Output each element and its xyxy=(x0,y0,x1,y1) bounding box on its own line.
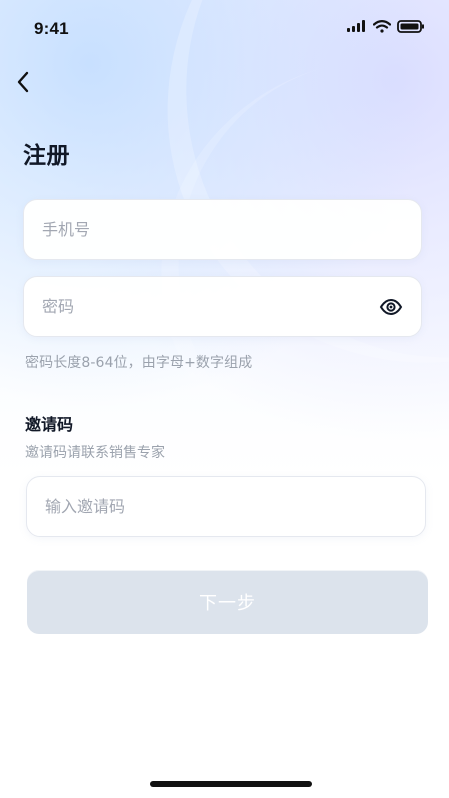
battery-icon xyxy=(397,19,425,33)
register-screen: 9:41 注册 手机号 密码长度8-64位，由字母+数字组成 邀请码 邀请码请联… xyxy=(0,0,449,798)
background-wave xyxy=(122,19,449,521)
back-button[interactable] xyxy=(10,67,36,97)
chevron-left-icon xyxy=(17,71,29,93)
page-title: 注册 xyxy=(23,143,70,169)
phone-field[interactable] xyxy=(23,199,422,260)
invite-code-subtitle: 邀请码请联系销售专家 xyxy=(25,445,165,461)
status-icons xyxy=(347,18,425,34)
wifi-icon xyxy=(373,19,391,33)
password-hint: 密码长度8-64位，由字母+数字组成 xyxy=(25,355,253,371)
next-step-button[interactable]: 下一步 xyxy=(27,570,428,634)
show-password-button[interactable] xyxy=(378,294,403,319)
eye-icon xyxy=(379,298,402,315)
password-input[interactable] xyxy=(24,277,421,336)
status-time: 9:41 xyxy=(34,19,69,38)
cellular-signal-icon xyxy=(347,20,367,32)
invite-code-input[interactable] xyxy=(27,477,425,536)
home-indicator xyxy=(150,781,312,787)
invite-code-title: 邀请码 xyxy=(25,415,74,434)
phone-input[interactable] xyxy=(24,200,421,259)
status-bar: 9:41 xyxy=(0,0,449,54)
invite-code-field[interactable] xyxy=(26,476,426,537)
password-field[interactable] xyxy=(23,276,422,337)
